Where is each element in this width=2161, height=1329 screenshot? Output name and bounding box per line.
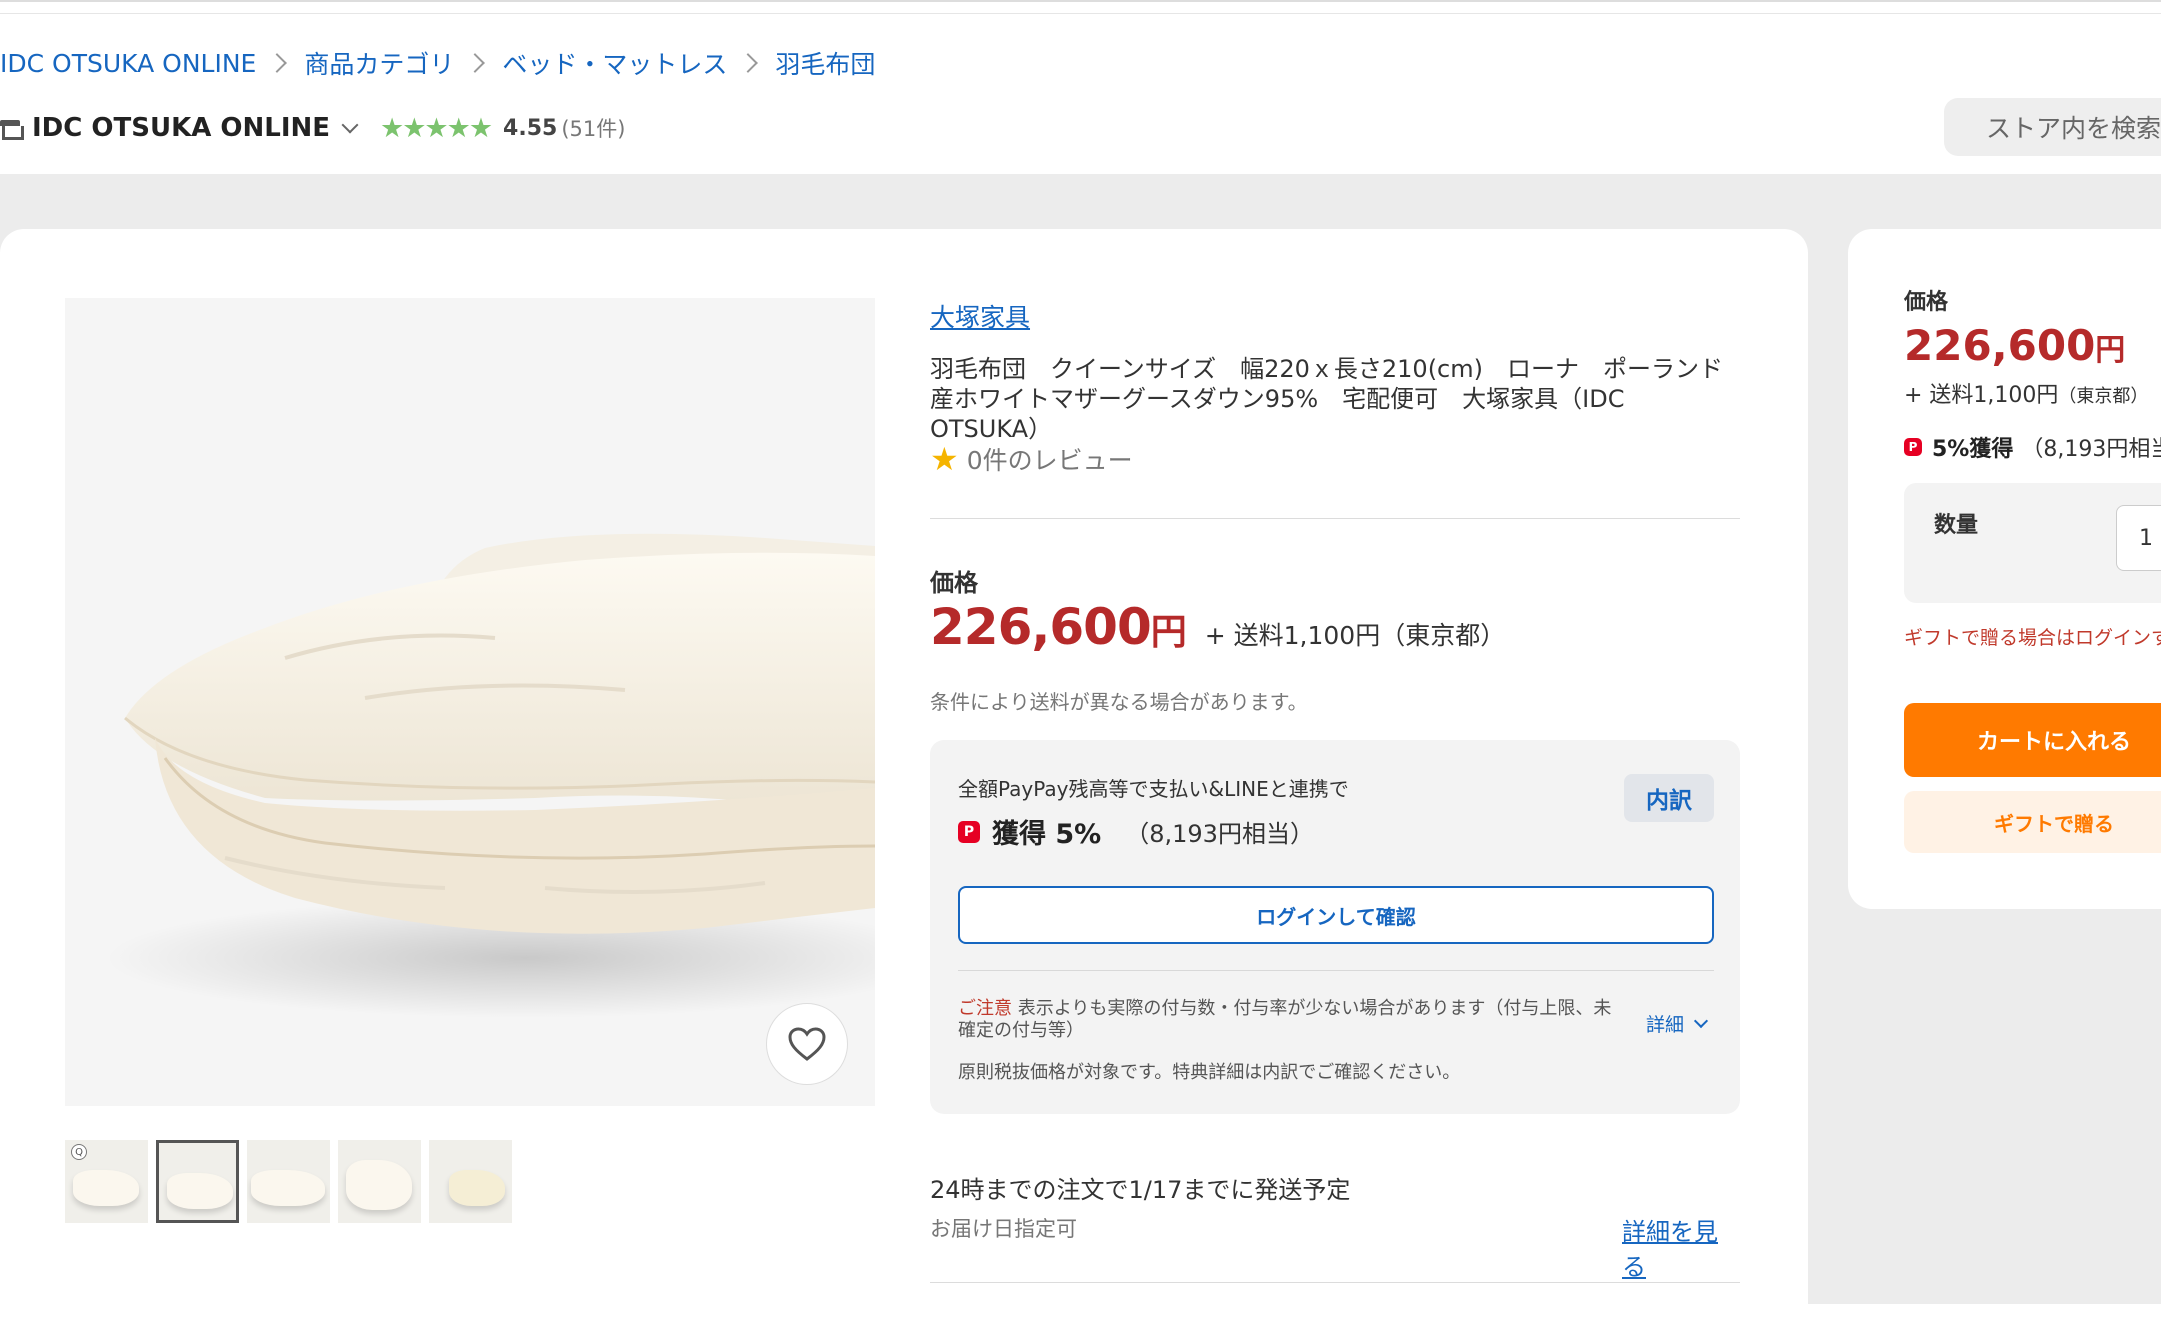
purchase-sidebar: 価格 226,600円 + 送料1,100円（東京都） P 5%獲得 （8,19…: [1848, 229, 2161, 909]
thumbnail-1[interactable]: Q: [65, 1140, 148, 1223]
promo-headline: 全額PayPay残高等で支払い&LINEと連携で: [958, 777, 1349, 801]
heart-icon: [788, 1027, 826, 1061]
thumbnail-5[interactable]: [429, 1140, 512, 1223]
divider: [930, 1282, 1740, 1283]
tax-note: 原則税抜価格が対象です。特典詳細は内訳でご確認ください。: [958, 1062, 1461, 1083]
store-search-placeholder: ストア内を検索: [1986, 114, 2161, 143]
breadcrumb-bed-mattress[interactable]: ベッド・マットレス: [502, 45, 727, 81]
gift-login-note: ギフトで贈る場合はログインす: [1904, 627, 2161, 649]
breadcrumb-category[interactable]: 商品カテゴリ: [304, 45, 454, 81]
side-shipping-region: （東京都）: [2058, 386, 2149, 407]
divider: [958, 970, 1714, 971]
login-confirm-button[interactable]: ログインして確認: [958, 886, 1714, 944]
reviews-link[interactable]: ★ 0件のレビュー: [930, 440, 1133, 478]
product-title: 羽毛布団 クイーンサイズ 幅220ｘ長さ210(cm) ローナ ポーランド産ホワ…: [930, 355, 1723, 443]
price-row: 226,600 円 + 送料1,100円（東京都）: [930, 598, 1505, 656]
paypay-icon: P: [1904, 438, 1922, 456]
side-earn-note: （8,193円相当）: [2021, 437, 2161, 462]
price-value: 226,600: [930, 598, 1152, 656]
down-comforter-image: [105, 533, 875, 1018]
quantity-box: 数量 1: [1904, 483, 2161, 603]
top-divider: [0, 0, 2161, 14]
chevron-right-icon: [465, 53, 486, 73]
thumbnail-4[interactable]: [338, 1140, 421, 1223]
star-icon: ★: [930, 440, 959, 478]
quantity-input[interactable]: 1: [2116, 505, 2161, 571]
shipping-note: 条件により送料が異なる場合があります。: [930, 690, 1308, 714]
paypay-icon: P: [958, 820, 980, 843]
divider: [930, 518, 1740, 519]
caution-detail-link[interactable]: 詳細: [1646, 1010, 1709, 1037]
delivery-date-selectable: お届け日指定可: [930, 1217, 1077, 1241]
product-image[interactable]: [65, 298, 875, 1106]
gift-button[interactable]: ギフトで贈る: [1904, 791, 2161, 853]
thumbnail-2-selected[interactable]: [156, 1140, 239, 1223]
side-price-currency: 円: [2095, 333, 2126, 368]
add-to-cart-button[interactable]: カートに入れる: [1904, 703, 2161, 777]
favorite-button[interactable]: [766, 1003, 848, 1085]
store-name-link[interactable]: IDC OTSUKA ONLINE: [32, 113, 330, 143]
breadcrumb-down-comforter[interactable]: 羽毛布団: [775, 45, 875, 81]
price-label: 価格: [930, 569, 978, 597]
chevron-right-icon: [738, 53, 759, 73]
breakdown-button[interactable]: 内訳: [1624, 774, 1714, 822]
delivery-estimate: 24時までの注文で1/17までに発送予定: [930, 1176, 1351, 1204]
side-shipping-fee: + 送料1,100円: [1904, 383, 2059, 408]
shipping-fee: + 送料1,100円（東京都）: [1204, 621, 1506, 650]
zoom-icon: Q: [71, 1144, 87, 1160]
quantity-label: 数量: [1934, 513, 1979, 538]
reviews-count: 0件のレビュー: [966, 446, 1133, 475]
side-price-label: 価格: [1904, 290, 1949, 315]
store-header: IDC OTSUKA ONLINE ★★★★★ 4.55 (51件): [0, 108, 625, 148]
paypay-promo-box: 全額PayPay残高等で支払い&LINEと連携で P 獲得 5% （8,193円…: [930, 740, 1740, 1114]
store-search-input[interactable]: ストア内を検索: [1944, 98, 2161, 156]
brand-link[interactable]: 大塚家具: [930, 298, 1030, 334]
thumbnail-strip: Q: [65, 1140, 512, 1223]
caution-body: 表示よりも実際の付与数・付与率が少ない場合があります（付与上限、未確定の付与等）: [958, 998, 1612, 1041]
store-rating-value: 4.55: [503, 115, 558, 141]
chevron-right-icon: [267, 53, 288, 73]
rating-stars-icon: ★★★★★: [380, 112, 493, 144]
chevron-down-icon[interactable]: [341, 116, 359, 134]
caution-label: ご注意: [958, 998, 1012, 1019]
promo-earn-note: （8,193円相当）: [1125, 820, 1314, 848]
delivery-detail-link[interactable]: 詳細を見る: [1622, 1212, 1740, 1282]
price-currency: 円: [1150, 612, 1187, 653]
chevron-down-icon: [1693, 1013, 1709, 1029]
side-price-value: 226,600: [1904, 321, 2096, 370]
side-price: 226,600円: [1904, 321, 2125, 370]
promo-earn-row: P 獲得 5% （8,193円相当）: [958, 812, 1314, 851]
breadcrumb-store[interactable]: IDC OTSUKA ONLINE: [0, 49, 256, 78]
thumbnail-3[interactable]: [247, 1140, 330, 1223]
store-icon: [0, 118, 24, 140]
caution-text: ご注意 表示よりも実際の付与数・付与率が少ない場合があります（付与上限、未確定の…: [958, 998, 1618, 1042]
side-shipping: + 送料1,100円（東京都）: [1904, 377, 2148, 409]
store-rating-count[interactable]: (51件): [561, 113, 625, 143]
side-earn-rate: 5%獲得: [1932, 437, 2014, 462]
promo-earn: 獲得 5%: [992, 819, 1102, 850]
side-earn: P 5%獲得 （8,193円相当）: [1904, 431, 2161, 463]
detail-label: 詳細: [1646, 1014, 1685, 1036]
breadcrumb: IDC OTSUKA ONLINE 商品カテゴリ ベッド・マットレス 羽毛布団: [0, 46, 875, 80]
